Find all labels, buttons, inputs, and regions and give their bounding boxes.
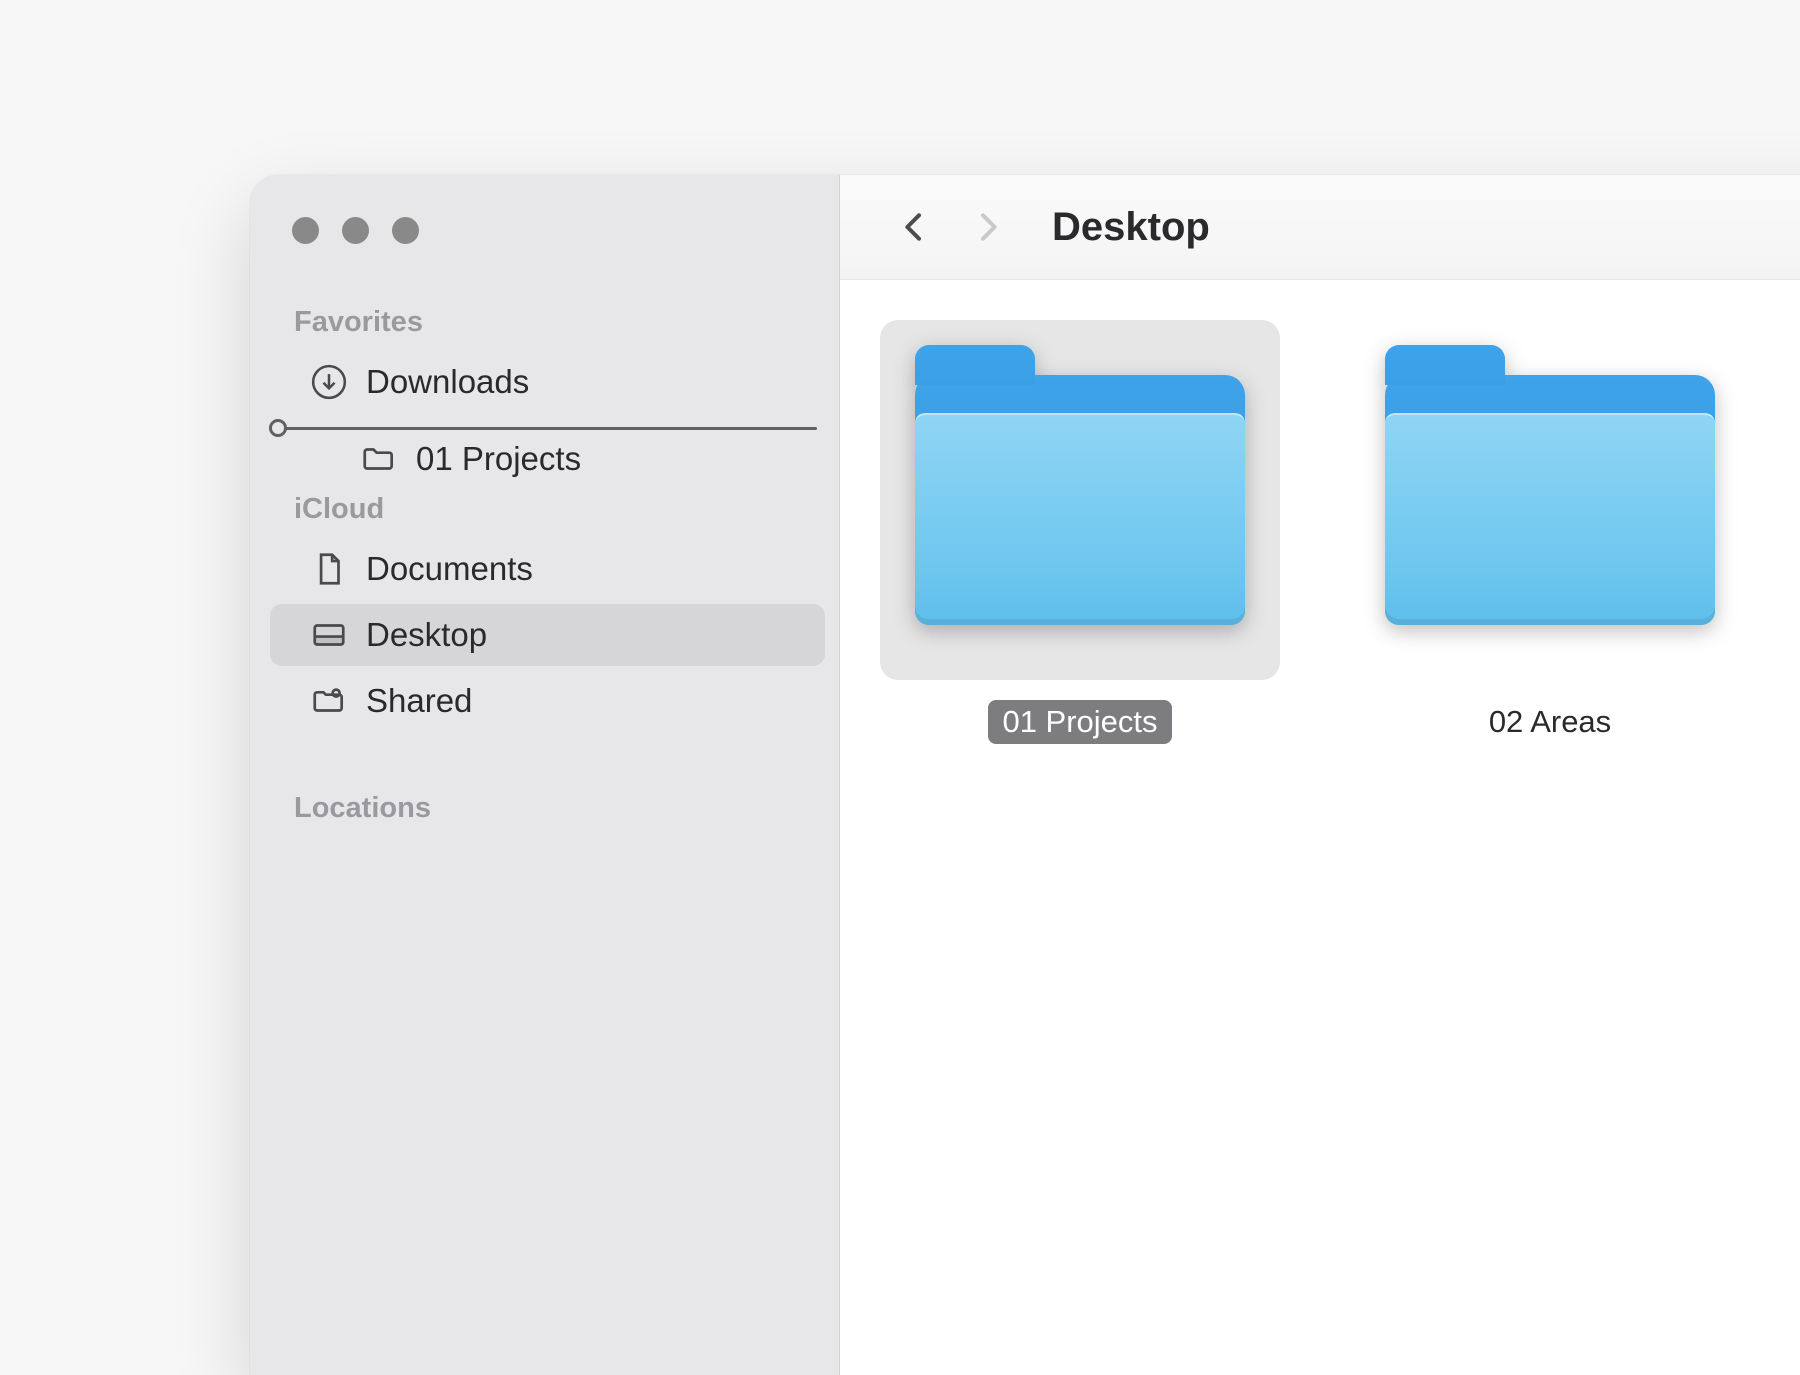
sidebar-item-label: Downloads <box>366 363 529 401</box>
dragged-sidebar-item[interactable]: 01 Projects <box>250 429 839 489</box>
file-grid[interactable]: 01 Projects 02 Areas <box>840 280 1800 1375</box>
fullscreen-button[interactable] <box>392 217 419 244</box>
download-icon <box>310 363 348 401</box>
sidebar-item-desktop[interactable]: Desktop <box>270 604 825 666</box>
content-area: Desktop 01 Projects 02 Areas <box>840 175 1800 1375</box>
forward-button[interactable] <box>968 207 1008 247</box>
folder-item[interactable]: 02 Areas <box>1340 320 1760 744</box>
sidebar-item-label: Documents <box>366 550 533 588</box>
folder-outline-icon <box>360 440 398 478</box>
folder-icon <box>915 375 1245 625</box>
sidebar: Favorites Downloads 01 Projects iCloud <box>250 175 840 1375</box>
window-controls <box>250 175 839 244</box>
folder-icon <box>1385 375 1715 625</box>
sidebar-item-label: Shared <box>366 682 472 720</box>
close-button[interactable] <box>292 217 319 244</box>
shared-folder-icon <box>310 682 348 720</box>
folder-icon-shell <box>880 320 1280 680</box>
toolbar: Desktop <box>840 175 1800 280</box>
minimize-button[interactable] <box>342 217 369 244</box>
sidebar-section-icloud: iCloud <box>250 493 839 536</box>
document-icon <box>310 550 348 588</box>
dragged-item-label: 01 Projects <box>416 440 581 478</box>
finder-window: Favorites Downloads 01 Projects iCloud <box>250 175 1800 1375</box>
folder-item[interactable]: 01 Projects <box>870 320 1290 744</box>
sidebar-item-label: Desktop <box>366 616 487 654</box>
folder-label[interactable]: 02 Areas <box>1475 700 1625 744</box>
desktop-icon <box>310 616 348 654</box>
drag-insertion-indicator <box>272 427 817 429</box>
sidebar-item-documents[interactable]: Documents <box>270 538 825 600</box>
sidebar-item-shared[interactable]: Shared <box>270 670 825 732</box>
window-title: Desktop <box>1052 205 1210 250</box>
folder-icon-shell <box>1350 320 1750 680</box>
sidebar-section-favorites: Favorites <box>250 306 839 349</box>
sidebar-item-downloads[interactable]: Downloads <box>270 351 825 413</box>
folder-label[interactable]: 01 Projects <box>988 700 1171 744</box>
sidebar-section-locations: Locations <box>250 792 839 835</box>
back-button[interactable] <box>894 207 934 247</box>
